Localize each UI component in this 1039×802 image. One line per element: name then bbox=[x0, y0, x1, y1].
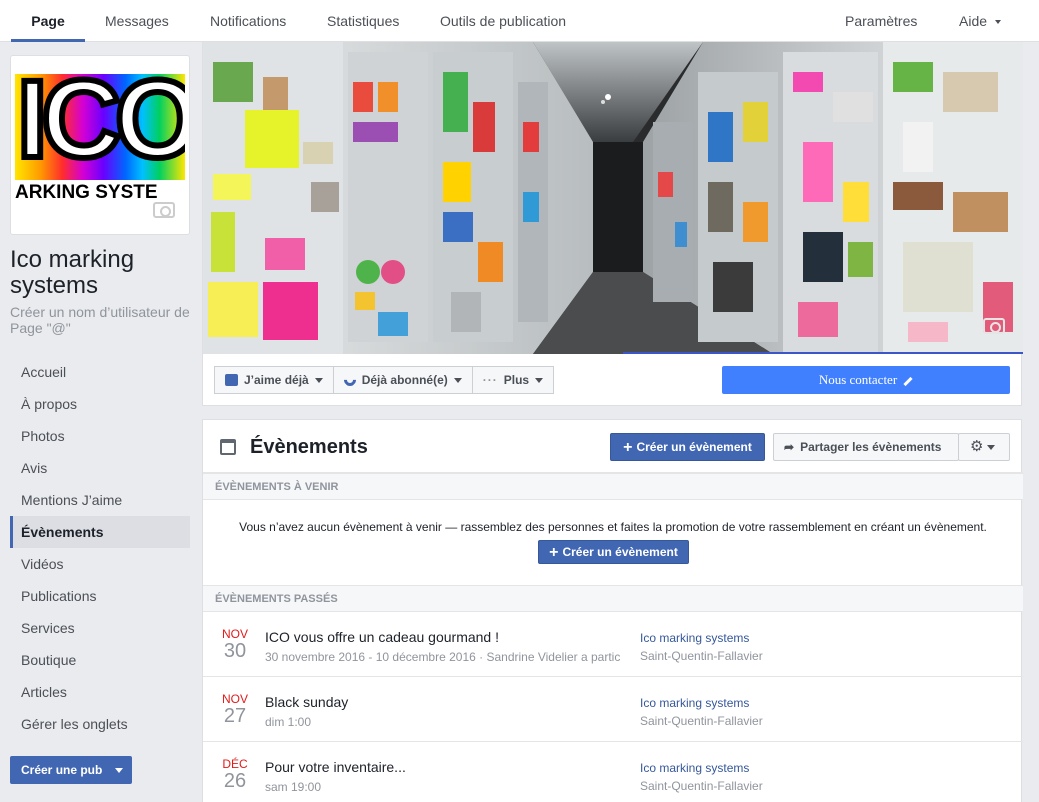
settings-dropdown[interactable]: ⚙ bbox=[958, 433, 1010, 461]
empty-message: Vous n’avez aucun évènement à venir — ra… bbox=[239, 520, 987, 534]
sidebar-item-mentions[interactable]: Mentions J’aime bbox=[10, 484, 190, 516]
events-title: Évènements bbox=[250, 436, 368, 458]
follow-button[interactable]: Déjà abonné(e) bbox=[333, 366, 473, 394]
rss-icon bbox=[341, 371, 359, 389]
event-day: 26 bbox=[223, 770, 247, 792]
top-nav: Page Messages Notifications Statistiques… bbox=[0, 0, 1039, 42]
sidebar-item-photos[interactable]: Photos bbox=[10, 420, 190, 452]
event-month: DÉC bbox=[222, 757, 248, 771]
camera-icon[interactable] bbox=[983, 318, 1005, 334]
event-day: 30 bbox=[223, 640, 247, 662]
tab-notifications[interactable]: Notifications bbox=[210, 0, 286, 42]
cover-card: J’aime déjà Déjà abonné(e) ··· Plus Nous… bbox=[202, 42, 1023, 406]
event-organizer[interactable]: Ico marking systems bbox=[640, 696, 749, 710]
like-button[interactable]: J’aime déjà bbox=[214, 366, 334, 394]
event-name[interactable]: ICO vous offre un cadeau gourmand ! bbox=[265, 629, 499, 645]
share-events-label: Partager les évènements bbox=[800, 440, 942, 454]
event-month: NOV bbox=[222, 627, 249, 641]
plus-icon: + bbox=[623, 439, 633, 456]
create-event-inline-button[interactable]: + Créer un évènement bbox=[538, 540, 689, 564]
create-ad-button[interactable]: Créer une pub bbox=[10, 756, 132, 784]
tab-page[interactable]: Page bbox=[11, 0, 85, 42]
chevron-down-icon bbox=[314, 377, 323, 383]
event-row[interactable]: NOV 27 Black sunday dim 1:00 Ico marking… bbox=[203, 677, 1023, 742]
chevron-down-icon bbox=[987, 444, 996, 450]
event-organizer[interactable]: Ico marking systems bbox=[640, 761, 749, 775]
sidebar-item-a-propos[interactable]: À propos bbox=[10, 388, 190, 420]
tab-publishing-tools[interactable]: Outils de publication bbox=[440, 0, 566, 42]
event-day: 27 bbox=[223, 705, 247, 727]
tab-settings[interactable]: Paramètres bbox=[845, 0, 917, 42]
follow-label: Déjà abonné(e) bbox=[361, 373, 448, 387]
event-row[interactable]: DÉC 26 Pour votre inventaire... sam 19:0… bbox=[203, 742, 1023, 802]
events-header: Évènements + Créer un évènement ➦ Partager… bbox=[203, 420, 1023, 473]
event-name[interactable]: Black sunday bbox=[265, 694, 348, 710]
share-arrow-icon: ➦ bbox=[784, 440, 795, 454]
help-menu[interactable]: Aide bbox=[959, 0, 1002, 42]
events-card: Évènements + Créer un évènement ➦ Partager… bbox=[202, 419, 1023, 802]
create-ad-label: Créer une pub bbox=[21, 763, 103, 777]
create-event-button[interactable]: + Créer un évènement bbox=[610, 433, 765, 461]
gear-icon: ⚙ bbox=[970, 438, 984, 455]
event-month: NOV bbox=[222, 692, 249, 706]
tab-messages[interactable]: Messages bbox=[105, 0, 169, 42]
event-location: Saint-Quentin-Fallavier bbox=[640, 714, 763, 728]
logo-subtext: ARKING SYSTE bbox=[15, 182, 158, 203]
event-date: sam 19:00 bbox=[265, 780, 322, 794]
left-nav: Accueil À propos Photos Avis Mentions J’… bbox=[10, 356, 190, 740]
ellipsis-icon: ··· bbox=[482, 373, 498, 387]
sidebar-item-boutique[interactable]: Boutique bbox=[10, 644, 190, 676]
plus-icon: + bbox=[549, 544, 559, 561]
logo-text: ICO bbox=[15, 60, 185, 183]
sidebar-item-avis[interactable]: Avis bbox=[10, 452, 190, 484]
event-date: 30 novembre 2016 - 10 décembre 2016 · Sa… bbox=[265, 650, 621, 664]
upcoming-header: Évènements à venir bbox=[203, 473, 1023, 500]
sidebar-item-articles[interactable]: Articles bbox=[10, 676, 190, 708]
calendar-icon bbox=[220, 439, 236, 455]
more-button[interactable]: ··· Plus bbox=[472, 366, 555, 394]
cover-photo[interactable] bbox=[203, 42, 1023, 354]
contact-button[interactable]: Nous contacter bbox=[722, 366, 1010, 394]
event-location: Saint-Quentin-Fallavier bbox=[640, 649, 763, 663]
sidebar-item-evenements[interactable]: Évènements bbox=[10, 516, 190, 548]
chevron-down-icon bbox=[535, 377, 544, 383]
sidebar-item-services[interactable]: Services bbox=[10, 612, 190, 644]
create-event-inline-label: Créer un évènement bbox=[562, 545, 678, 559]
camera-icon[interactable] bbox=[153, 202, 175, 218]
event-location: Saint-Quentin-Fallavier bbox=[640, 779, 763, 793]
sidebar-item-accueil[interactable]: Accueil bbox=[10, 356, 190, 388]
sidebar-item-publications[interactable]: Publications bbox=[10, 580, 190, 612]
like-label: J’aime déjà bbox=[244, 373, 309, 387]
cover-image bbox=[203, 42, 1023, 354]
sidebar-item-videos[interactable]: Vidéos bbox=[10, 548, 190, 580]
event-organizer[interactable]: Ico marking systems bbox=[640, 631, 749, 645]
event-row[interactable]: NOV 30 ICO vous offre un cadeau gourmand… bbox=[203, 612, 1023, 677]
username-link[interactable]: Créer un nom d’utilisateur de Page "@" bbox=[10, 304, 190, 336]
event-date: dim 1:00 bbox=[265, 715, 312, 729]
pencil-icon bbox=[903, 376, 913, 386]
event-name[interactable]: Pour votre inventaire... bbox=[265, 759, 406, 775]
help-label: Aide bbox=[959, 13, 988, 29]
create-event-label: Créer un évènement bbox=[636, 440, 752, 454]
page-title[interactable]: Ico marking systems bbox=[10, 247, 190, 299]
page-actions: J’aime déjà Déjà abonné(e) ··· Plus bbox=[214, 366, 555, 394]
past-header: Évènements passés bbox=[203, 585, 1023, 612]
tab-statistics[interactable]: Statistiques bbox=[327, 0, 399, 42]
chevron-down-icon bbox=[453, 377, 462, 383]
contact-label: Nous contacter bbox=[818, 372, 898, 387]
chevron-down-icon bbox=[995, 20, 1002, 25]
share-events-button[interactable]: ➦ Partager les évènements bbox=[773, 433, 959, 461]
profile-picture[interactable]: ICO ARKING SYSTE bbox=[10, 55, 190, 235]
sidebar-item-manage-tabs[interactable]: Gérer les onglets bbox=[10, 708, 190, 740]
chevron-down-icon[interactable] bbox=[108, 756, 132, 784]
more-label: Plus bbox=[503, 373, 530, 387]
thumbs-up-icon bbox=[225, 374, 238, 386]
